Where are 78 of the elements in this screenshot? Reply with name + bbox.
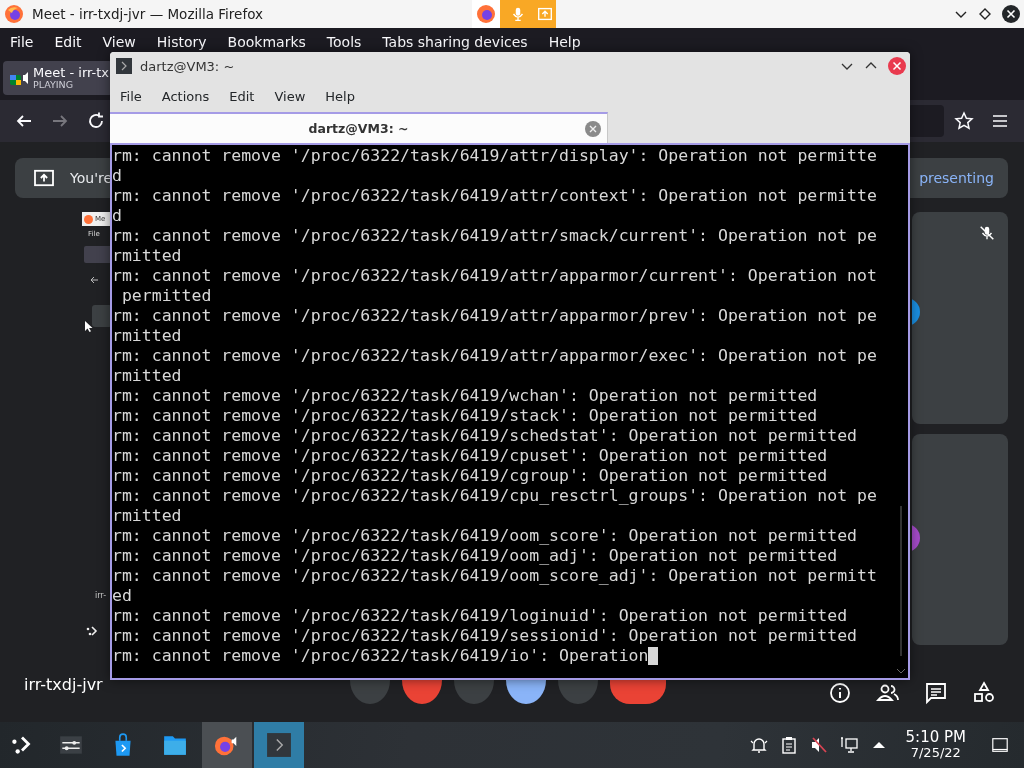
terminal-line: rm: cannot remove '/proc/6322/task/6419/oom_score': Operation not permitted [112, 526, 858, 546]
close-tab-icon[interactable] [585, 121, 601, 137]
banner-text: You're [70, 170, 113, 186]
star-icon[interactable] [954, 111, 974, 131]
menu-item[interactable]: Bookmarks [227, 34, 306, 50]
chat-icon[interactable] [924, 681, 948, 705]
terminal-line: rm: cannot remove '/proc/6322/task/6419/oom_score_adj': Operation not permitt [112, 566, 877, 586]
menu-item[interactable]: History [156, 34, 207, 50]
address-field[interactable] [908, 105, 944, 137]
terminal-line: rmitted [112, 326, 182, 346]
menu-item[interactable]: View [102, 34, 136, 50]
close-icon[interactable] [1002, 5, 1020, 23]
menu-item[interactable]: Help [548, 34, 581, 50]
terminal-line: rmitted [112, 366, 182, 386]
terminal-line: rm: cannot remove '/proc/6322/task/6419/stack': Operation not permitted [112, 406, 818, 426]
terminal-line: rm: cannot remove '/proc/6322/task/6419/cgroup': Operation not permitted [112, 466, 828, 486]
terminal-icon [116, 58, 132, 74]
terminal-line: rmitted [112, 246, 182, 266]
text-cursor [648, 647, 659, 665]
terminal-line: rm: cannot remove '/proc/6322/task/6419/oom_adj': Operation not permitted [112, 546, 838, 566]
menu-item[interactable]: View [274, 88, 306, 104]
terminal-line: rm: cannot remove '/proc/6322/task/6419/io': Operation [112, 646, 649, 666]
menu-item[interactable]: Tools [326, 34, 362, 50]
sharing-indicator-button[interactable] [472, 0, 500, 28]
terminal-line: permitted [120, 286, 212, 306]
clock[interactable]: 5:10 PM 7/25/22 [905, 730, 966, 760]
terminal-line: rm: cannot remove '/proc/6322/task/6419/attr/apparmor/exec': Operation not pe [112, 346, 877, 366]
terminal-line: ed [112, 586, 132, 606]
meeting-code: irr-txdj-jvr [24, 675, 103, 694]
menu-item[interactable]: Edit [54, 34, 82, 50]
terminal-line: rm: cannot remove '/proc/6322/task/6419/cpuset': Operation not permitted [112, 446, 828, 466]
terminal-line: rm: cannot remove '/proc/6322/task/6419/sessionid': Operation not permitted [112, 626, 858, 646]
window-title: Meet - irr-txdj-jvr — Mozilla Firefox [32, 6, 263, 22]
network-icon[interactable] [838, 735, 859, 755]
end-call-button[interactable] [610, 680, 666, 704]
firefox-logo-icon [4, 4, 24, 24]
reload-icon[interactable] [86, 111, 106, 131]
stop-presenting-link[interactable]: presenting [919, 170, 994, 186]
preview-arrow-icon [89, 275, 99, 285]
preview-banner [92, 305, 112, 327]
info-icon[interactable] [828, 681, 852, 705]
terminal-line: rm: cannot remove '/proc/6322/task/6419/attr/smack/current': Operation not pe [112, 226, 877, 246]
mouse-cursor-icon [85, 321, 93, 333]
notifications-icon[interactable] [748, 735, 769, 755]
terminal-line: rm: cannot remove '/proc/6322/task/6419/cpu_resctrl_groups': Operation not pe [112, 486, 877, 506]
preview-logo-icon [84, 214, 93, 224]
menu-item[interactable]: File [10, 34, 34, 50]
browser-tab[interactable]: Meet - irr-tx PLAYING [3, 61, 113, 95]
terminal-line: rmitted [112, 506, 182, 526]
menu-item[interactable]: Edit [229, 88, 255, 104]
terminal-icon [266, 732, 292, 758]
menu-item[interactable]: Actions [161, 88, 210, 104]
terminal-line: d [112, 166, 122, 186]
terminal-line: rm: cannot remove '/proc/6322/task/6419/attr/display': Operation not permitte [112, 146, 877, 166]
maximize-icon[interactable] [978, 7, 992, 21]
preview-text: irr- [95, 591, 107, 600]
terminal-taskbar-button[interactable] [254, 722, 304, 768]
terminal-line: rm: cannot remove '/proc/6322/task/6419/attr/apparmor/current': Operation not [112, 266, 877, 286]
terminal-line: rm: cannot remove '/proc/6322/task/6419/wchan': Operation not permitted [112, 386, 818, 406]
window-title: dartz@VM3: ~ [140, 58, 235, 74]
show-desktop-icon[interactable] [991, 736, 1009, 754]
camera-off-button[interactable] [402, 680, 442, 704]
present-button[interactable] [506, 680, 546, 704]
terminal-line: d [112, 206, 122, 226]
menu-item[interactable]: File [120, 88, 142, 104]
menu-item[interactable]: Help [325, 88, 355, 104]
terminal-line: rm: cannot remove '/proc/6322/task/6419/loginuid': Operation not permitted [112, 606, 848, 626]
terminal-line: rm: cannot remove '/proc/6322/task/6419/attr/context': Operation not permitte [112, 186, 877, 206]
scroll-down-icon[interactable] [896, 668, 906, 674]
terminal-line: rm: cannot remove '/proc/6322/task/6419/schedstat': Operation not permitted [112, 426, 858, 446]
preview-launcher-icon [85, 624, 99, 638]
terminal-area[interactable] [110, 143, 910, 680]
firefox-taskbar-button[interactable] [202, 722, 252, 768]
terminal-tab[interactable]: dartz@VM3: ~ [110, 112, 608, 143]
menu-item[interactable]: Tabs sharing devices [382, 34, 528, 50]
activities-icon[interactable] [972, 681, 996, 705]
terminal-line: rm: cannot remove '/proc/6322/task/6419/attr/apparmor/prev': Operation not pe [112, 306, 877, 326]
present-icon [33, 169, 55, 187]
